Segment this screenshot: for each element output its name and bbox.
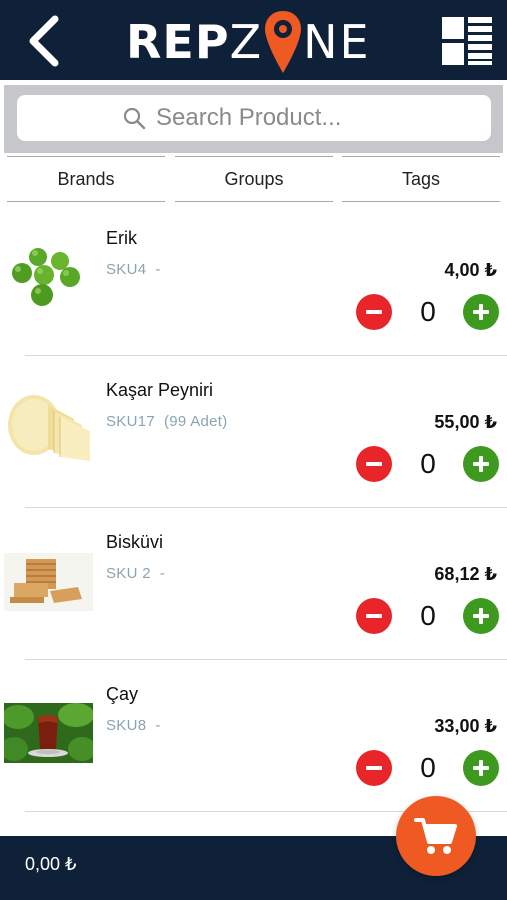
quantity-value: 0 bbox=[420, 600, 436, 631]
product-sku: SKU 2 - bbox=[106, 565, 165, 582]
search-box[interactable] bbox=[17, 95, 491, 141]
increase-quantity-button[interactable] bbox=[463, 446, 499, 482]
stock-info: (99 Adet) bbox=[163, 413, 228, 430]
product-price: 4,00 ₺ bbox=[444, 260, 497, 280]
sku-code: SKU8 bbox=[106, 717, 147, 734]
divider bbox=[25, 355, 507, 356]
stock-info: - bbox=[159, 565, 166, 582]
product-item[interactable]: Çay SKU8 - 33,00 ₺ 0 bbox=[0, 661, 507, 813]
sku-code: SKU4 bbox=[106, 261, 147, 278]
logo-text-ne: NE bbox=[303, 15, 371, 69]
product-image-tea bbox=[4, 703, 93, 763]
cart-button[interactable] bbox=[396, 796, 476, 876]
quantity-value: 0 bbox=[420, 752, 436, 783]
filter-brands-button[interactable]: Brands bbox=[7, 156, 165, 202]
product-price: 68,12 ₺ bbox=[434, 564, 497, 584]
stock-info: - bbox=[155, 717, 161, 734]
plus-icon bbox=[473, 760, 489, 776]
divider bbox=[25, 507, 507, 508]
plus-icon bbox=[473, 304, 489, 320]
product-name: Çay bbox=[106, 684, 139, 704]
product-image-cheese bbox=[4, 391, 93, 465]
product-sku: SKU17 (99 Adet) bbox=[106, 413, 228, 430]
product-sku: SKU8 - bbox=[106, 717, 161, 734]
decrease-quantity-button[interactable] bbox=[356, 598, 392, 634]
decrease-quantity-button[interactable] bbox=[356, 750, 392, 786]
app-header: REP Z NE bbox=[0, 0, 507, 80]
stock-info: - bbox=[155, 261, 161, 278]
filter-tabs: Brands Groups Tags bbox=[0, 153, 507, 205]
app-logo: REP Z NE bbox=[126, 6, 371, 78]
back-button[interactable] bbox=[18, 12, 68, 70]
minus-icon bbox=[366, 766, 382, 770]
minus-icon bbox=[366, 310, 382, 314]
plus-icon bbox=[473, 456, 489, 472]
filter-groups-button[interactable]: Groups bbox=[175, 156, 333, 202]
quantity-value: 0 bbox=[420, 448, 436, 479]
divider bbox=[25, 659, 507, 660]
sku-code: SKU17 bbox=[106, 413, 156, 430]
minus-icon bbox=[366, 614, 382, 618]
product-name: Erik bbox=[106, 228, 137, 248]
filter-tags-button[interactable]: Tags bbox=[342, 156, 500, 202]
grid-list-icon bbox=[442, 17, 492, 65]
increase-quantity-button[interactable] bbox=[463, 598, 499, 634]
product-price: 33,00 ₺ bbox=[434, 716, 497, 736]
decrease-quantity-button[interactable] bbox=[356, 446, 392, 482]
menu-button[interactable] bbox=[440, 15, 494, 67]
product-image-plums bbox=[4, 247, 93, 309]
logo-text-z: Z bbox=[229, 15, 262, 69]
product-name: Bisküvi bbox=[106, 532, 164, 552]
plus-icon bbox=[473, 608, 489, 624]
decrease-quantity-button[interactable] bbox=[356, 294, 392, 330]
product-sku: SKU4 - bbox=[106, 261, 161, 278]
sku-code: SKU 2 bbox=[106, 565, 151, 582]
quantity-value: 0 bbox=[420, 296, 436, 327]
minus-icon bbox=[366, 462, 382, 466]
product-item[interactable]: Erik SKU4 - 4,00 ₺ 0 bbox=[0, 205, 507, 357]
increase-quantity-button[interactable] bbox=[463, 294, 499, 330]
logo-text-rep: REP bbox=[126, 15, 230, 69]
product-image-biscuits bbox=[4, 553, 93, 611]
cart-total: 0,00 ₺ bbox=[25, 854, 77, 874]
search-icon bbox=[123, 107, 146, 130]
product-item[interactable]: Kaşar Peyniri SKU17 (99 Adet) 55,00 ₺ 0 bbox=[0, 357, 507, 509]
product-item[interactable]: Bisküvi SKU 2 - 68,12 ₺ 0 bbox=[0, 509, 507, 661]
product-price: 55,00 ₺ bbox=[434, 412, 497, 432]
chevron-left-icon bbox=[29, 15, 59, 67]
product-name: Kaşar Peyniri bbox=[106, 380, 214, 400]
search-input[interactable] bbox=[156, 104, 386, 132]
increase-quantity-button[interactable] bbox=[463, 750, 499, 786]
shopping-cart-icon bbox=[414, 818, 457, 854]
search-bar-container bbox=[4, 85, 503, 153]
map-pin-icon bbox=[265, 11, 302, 73]
